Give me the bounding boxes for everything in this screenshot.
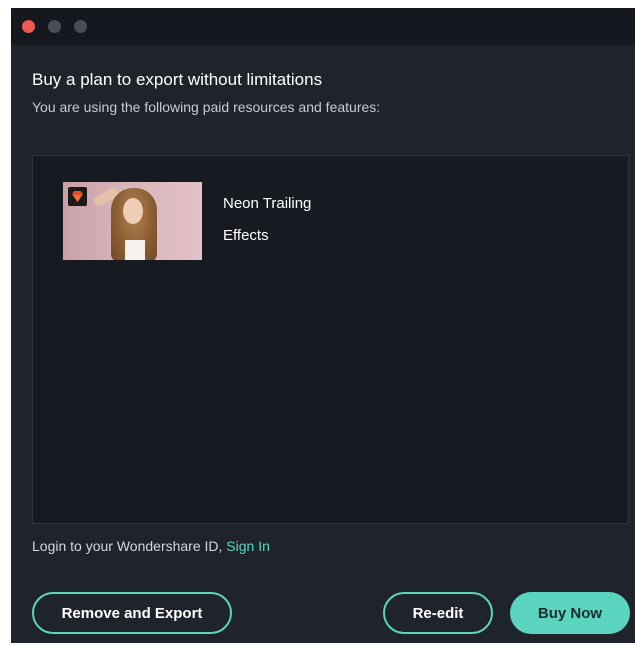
dialog-subtitle: You are using the following paid resourc… xyxy=(32,99,381,115)
resource-type: Effects xyxy=(223,227,269,244)
resource-thumbnail xyxy=(63,182,202,260)
resource-name: Neon Trailing xyxy=(223,195,312,212)
login-prompt-text: Login to your Wondershare ID, xyxy=(32,538,227,554)
maximize-window-button[interactable] xyxy=(74,20,87,33)
resource-item: Neon Trailing Effects xyxy=(63,182,463,262)
re-edit-button[interactable]: Re-edit xyxy=(383,592,493,634)
buy-now-button[interactable]: Buy Now xyxy=(510,592,630,634)
paid-resources-list: Neon Trailing Effects xyxy=(32,155,629,524)
remove-and-export-button[interactable]: Remove and Export xyxy=(32,592,232,634)
premium-diamond-icon xyxy=(68,187,87,206)
sign-in-link[interactable]: Sign In xyxy=(226,538,270,554)
dialog-title: Buy a plan to export without limitations xyxy=(32,70,323,89)
login-prompt: Login to your Wondershare ID, Sign In xyxy=(32,538,270,554)
close-window-button[interactable] xyxy=(22,20,35,33)
export-dialog-window: Buy a plan to export without limitations… xyxy=(11,8,635,643)
minimize-window-button[interactable] xyxy=(48,20,61,33)
title-bar xyxy=(11,8,635,45)
